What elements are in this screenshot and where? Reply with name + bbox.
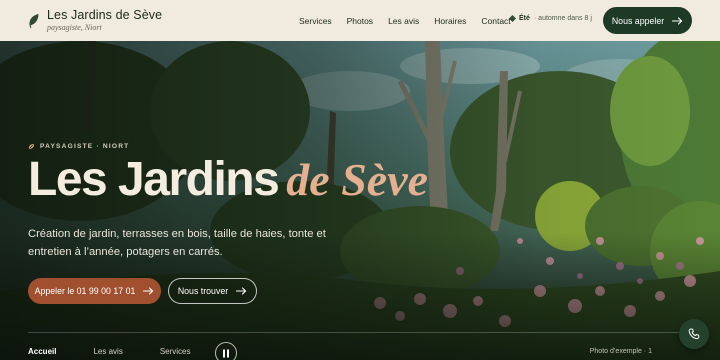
phone-icon (688, 328, 700, 340)
find-us-label: Nous trouver (177, 286, 229, 296)
hero-lead: Création de jardin, terrasses en bois, t… (28, 228, 326, 258)
brand-subtitle: paysagiste, Niort (47, 22, 102, 32)
hero-slide-tabs: Accueil Les avis Services (28, 347, 228, 356)
floating-phone-button[interactable] (679, 319, 709, 349)
nav-item-services[interactable]: Services (299, 16, 332, 26)
main-nav: Services Photos Les avis Horaires Contac… (299, 0, 526, 41)
diamond-icon (508, 14, 517, 23)
season-name: Été (519, 15, 530, 22)
hero-section: PAYSAGISTE · NIORT Les Jardins de Sève Cr… (0, 41, 720, 360)
leaf-icon (28, 143, 35, 150)
hero-eyebrow: PAYSAGISTE · NIORT (28, 143, 129, 150)
leaf-icon (29, 13, 39, 28)
nav-item-horaires[interactable]: Horaires (434, 16, 466, 26)
photo-caption: Photo d’exemple · 1 (589, 348, 652, 355)
call-button[interactable]: Nous appeler (603, 7, 692, 34)
eyebrow-text: PAYSAGISTE · NIORT (40, 143, 130, 150)
brand[interactable]: Les Jardins de Sève paysagiste, Niort (28, 9, 162, 32)
find-us-button[interactable]: Nous trouver (168, 278, 257, 304)
nav-item-avis[interactable]: Les avis (388, 16, 419, 26)
call-button-label: Nous appeler (611, 15, 665, 26)
headline-main: Les Jardins (28, 153, 280, 206)
hero-headline: Les Jardins de Sève (28, 156, 428, 204)
season-note: · automne dans 8 j (533, 15, 592, 22)
slide-tab-avis[interactable]: Les avis (93, 347, 122, 356)
pause-button[interactable] (215, 342, 237, 360)
headline-accent: de Sève (286, 154, 429, 205)
hero-divider (28, 332, 692, 333)
season-indicator: Été · automne dans 8 j (508, 14, 592, 23)
arrow-right-icon (236, 287, 247, 295)
pause-icon (223, 349, 229, 357)
call-phone-label: Appeler le 01 99 00 17 01 (34, 286, 136, 296)
arrow-right-icon (672, 16, 683, 25)
brand-title: Les Jardins de Sève (47, 8, 163, 23)
call-phone-button[interactable]: Appeler le 01 99 00 17 01 (28, 278, 161, 304)
site-header: Les Jardins de Sève paysagiste, Niort Se… (0, 0, 720, 41)
nav-item-photos[interactable]: Photos (347, 16, 373, 26)
slide-tab-accueil[interactable]: Accueil (28, 347, 56, 356)
slide-tab-services[interactable]: Services (160, 347, 191, 356)
nav-item-contact[interactable]: Contact (481, 16, 510, 26)
arrow-right-icon (143, 287, 154, 295)
